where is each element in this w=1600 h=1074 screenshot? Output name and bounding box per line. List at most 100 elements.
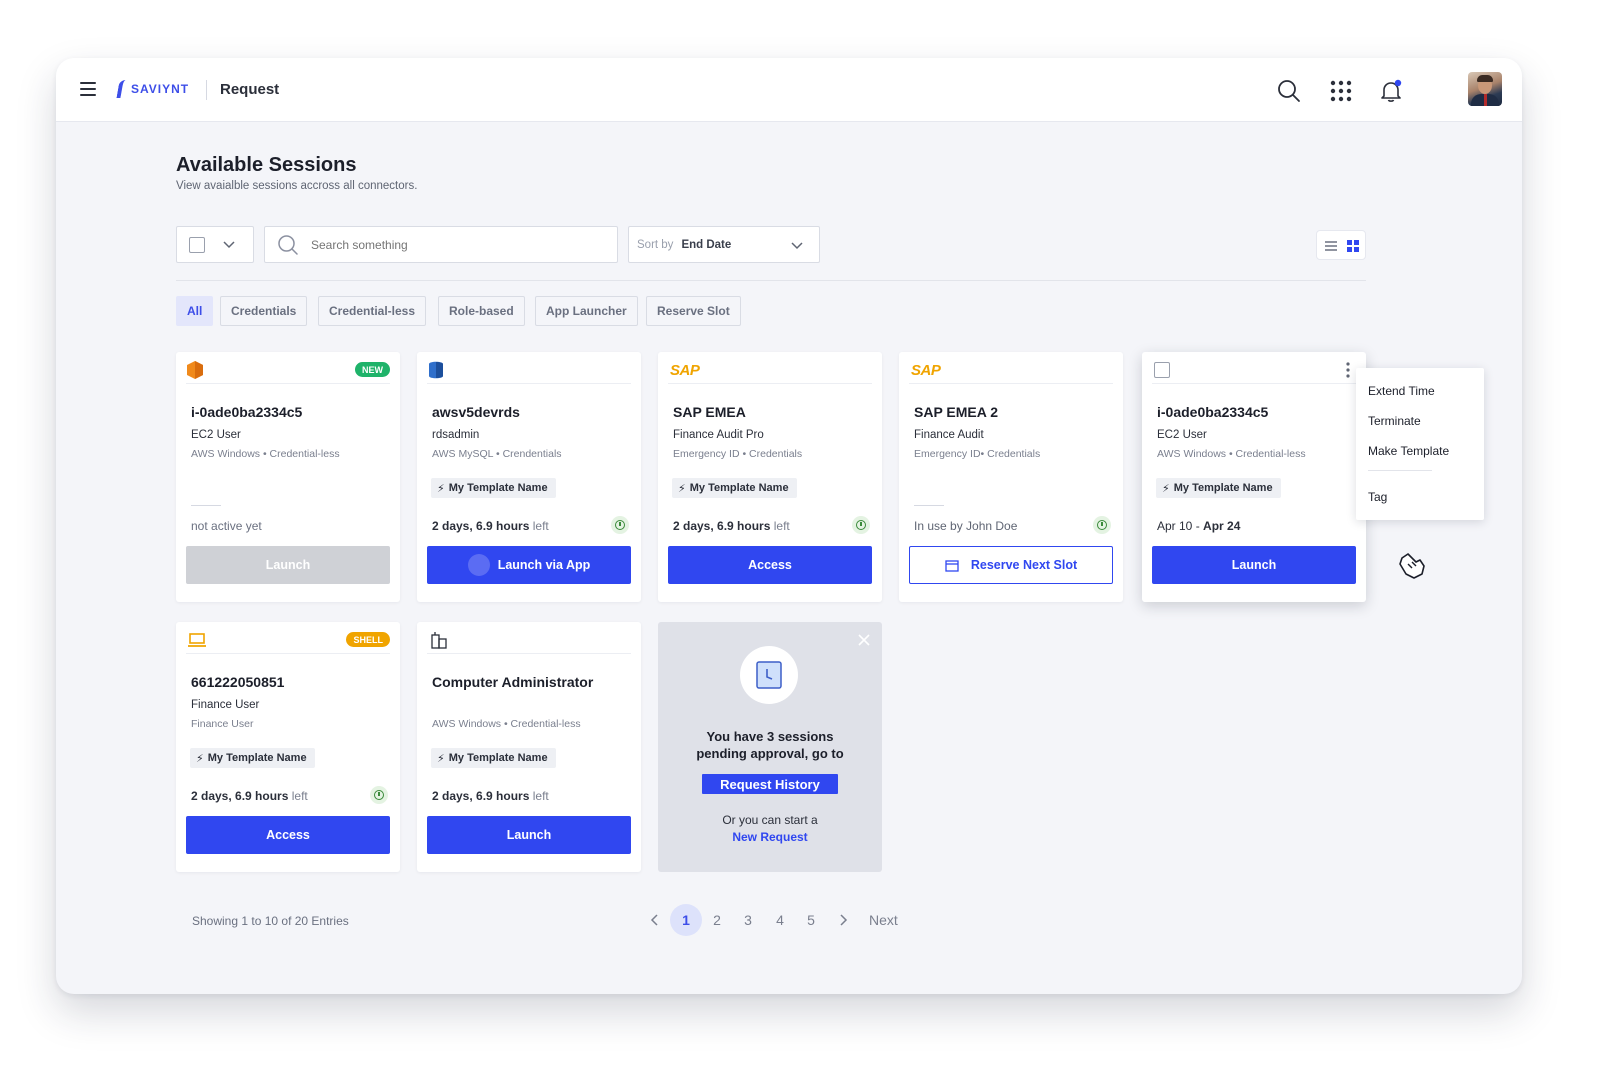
menu-make-template[interactable]: Make Template xyxy=(1368,444,1449,458)
card-divider xyxy=(191,505,221,506)
menu-tag[interactable]: Tag xyxy=(1368,490,1387,504)
app-window: SAVIYNT Request Available Sessions View … xyxy=(56,58,1522,994)
select-all-checkbox[interactable] xyxy=(189,236,205,253)
card-meta: Emergency ID• Credentials xyxy=(914,448,1041,460)
page-3[interactable]: 3 xyxy=(732,904,764,936)
top-bar: SAVIYNT Request xyxy=(56,58,1522,122)
menu-extend-time[interactable]: Extend Time xyxy=(1368,384,1435,398)
menu-icon[interactable] xyxy=(80,82,96,96)
filter-all[interactable]: All xyxy=(176,296,214,326)
grid-view-icon[interactable] xyxy=(1346,239,1360,253)
search-box[interactable] xyxy=(264,226,618,263)
card-meta: Finance User xyxy=(191,718,254,730)
new-request-link[interactable]: New Request xyxy=(658,830,882,844)
filter-app-launcher[interactable]: App Launcher xyxy=(535,296,638,326)
card-status: not active yet xyxy=(191,519,262,533)
sort-dropdown[interactable]: Sort by End Date xyxy=(628,226,820,263)
avatar[interactable] xyxy=(1468,72,1502,106)
brand-logo[interactable]: SAVIYNT xyxy=(116,80,189,98)
page-2[interactable]: 2 xyxy=(701,904,733,936)
header-divider xyxy=(206,80,207,100)
filter-credentials[interactable]: Credentials xyxy=(220,296,308,326)
card-title: i-0ade0ba2334c5 xyxy=(191,404,303,420)
template-tag[interactable]: ⚡ My Template Name xyxy=(1156,478,1281,498)
app-icon xyxy=(467,554,490,576)
chevron-left-icon[interactable] xyxy=(650,914,660,926)
card-status: Apr 10 - Apr 24 xyxy=(1157,519,1241,533)
session-card: SHELL 661222050851 Finance User Finance … xyxy=(176,622,400,872)
app-title: Request xyxy=(220,81,280,98)
bolt-icon: ⚡ xyxy=(678,482,686,495)
filter-role-based[interactable]: Role-based xyxy=(438,296,525,326)
card-account: Finance User xyxy=(191,699,260,711)
close-icon[interactable] xyxy=(858,634,870,646)
promo-small-text: Or you can start a xyxy=(722,813,818,827)
card-account: rdsadmin xyxy=(432,429,480,441)
list-view-icon[interactable] xyxy=(1324,239,1338,253)
launch-via-app-button[interactable]: Launch via App xyxy=(427,546,631,584)
reserve-next-slot-button[interactable]: Reserve Next Slot xyxy=(909,546,1113,584)
card-meta: Emergency ID • Credentials xyxy=(673,448,803,460)
bell-icon[interactable] xyxy=(1378,78,1404,104)
apps-grid-icon[interactable] xyxy=(1328,78,1354,104)
card-account: Finance Audit xyxy=(914,429,984,441)
bolt-icon: ⚡ xyxy=(1162,482,1170,495)
card-account: EC2 User xyxy=(191,429,241,441)
search-icon xyxy=(278,234,298,255)
clock-icon xyxy=(740,646,798,704)
template-tag[interactable]: ⚡ My Template Name xyxy=(190,748,315,768)
toolbar-divider xyxy=(176,280,1366,281)
launch-button[interactable]: Launch xyxy=(427,816,631,854)
template-tag[interactable]: ⚡ My Template Name xyxy=(672,478,797,498)
menu-terminate[interactable]: Terminate xyxy=(1368,414,1421,428)
card-title: 661222050851 xyxy=(191,674,285,690)
filter-credential-less[interactable]: Credential-less xyxy=(318,296,427,326)
chevron-right-icon[interactable] xyxy=(838,914,848,926)
new-badge: NEW xyxy=(355,362,390,377)
session-card: SAP SAP EMEA 2 Finance Audit Emergency I… xyxy=(899,352,1123,602)
card-title: SAP EMEA 2 xyxy=(914,404,999,420)
timer-icon xyxy=(1093,516,1111,534)
bolt-icon: ⚡ xyxy=(437,482,445,495)
timer-icon xyxy=(370,786,388,804)
building-icon xyxy=(431,632,447,649)
access-button[interactable]: Access xyxy=(668,546,872,584)
launch-button[interactable]: Launch xyxy=(186,546,390,584)
chevron-down-icon xyxy=(223,240,235,248)
next-page-button[interactable]: Next xyxy=(869,912,898,928)
aws-rds-icon xyxy=(429,361,443,379)
more-vertical-icon[interactable] xyxy=(1346,362,1350,378)
bulk-select[interactable] xyxy=(176,226,254,263)
laptop-icon xyxy=(188,633,206,647)
card-context-menu: Extend Time Terminate Make Template Tag xyxy=(1356,368,1484,520)
card-title: i-0ade0ba2334c5 xyxy=(1157,404,1269,420)
launch-button[interactable]: Launch xyxy=(1152,546,1356,584)
template-tag[interactable]: ⚡ My Template Name xyxy=(431,748,556,768)
filter-reserve-slot[interactable]: Reserve Slot xyxy=(646,296,741,326)
bolt-icon: ⚡ xyxy=(437,752,445,765)
card-title: awsv5devrds xyxy=(432,404,520,420)
search-input[interactable] xyxy=(311,237,591,252)
access-button[interactable]: Access xyxy=(186,816,390,854)
search-icon[interactable] xyxy=(1276,78,1302,104)
card-meta: AWS Windows • Credential-less xyxy=(191,448,340,460)
card-status: In use by John Doe xyxy=(914,519,1018,533)
card-checkbox[interactable] xyxy=(1154,362,1170,378)
page-5[interactable]: 5 xyxy=(795,904,827,936)
request-history-button[interactable]: Request History xyxy=(702,774,838,794)
page-1[interactable]: 1 xyxy=(670,904,702,936)
session-card: NEW i-0ade0ba2334c5 EC2 User AWS Windows… xyxy=(176,352,400,602)
session-card: i-0ade0ba2334c5 EC2 User AWS Windows • C… xyxy=(1142,352,1366,602)
card-header xyxy=(427,628,631,654)
card-account: Finance Audit Pro xyxy=(673,429,764,441)
entries-count: Showing 1 to 10 of 20 Entries xyxy=(192,914,349,928)
hand-cursor-icon xyxy=(1399,553,1425,579)
card-meta: AWS Windows • Credential-less xyxy=(1157,448,1306,460)
page-4[interactable]: 4 xyxy=(764,904,796,936)
card-meta: AWS Windows • Credential-less xyxy=(432,718,581,730)
card-status: 2 days, 6.9 hours left xyxy=(673,519,790,533)
session-card: Computer Administrator AWS Windows • Cre… xyxy=(417,622,641,872)
sort-label: Sort by xyxy=(637,238,674,251)
session-card: awsv5devrds rdsadmin AWS MySQL • Crenden… xyxy=(417,352,641,602)
template-tag[interactable]: ⚡ My Template Name xyxy=(431,478,556,498)
